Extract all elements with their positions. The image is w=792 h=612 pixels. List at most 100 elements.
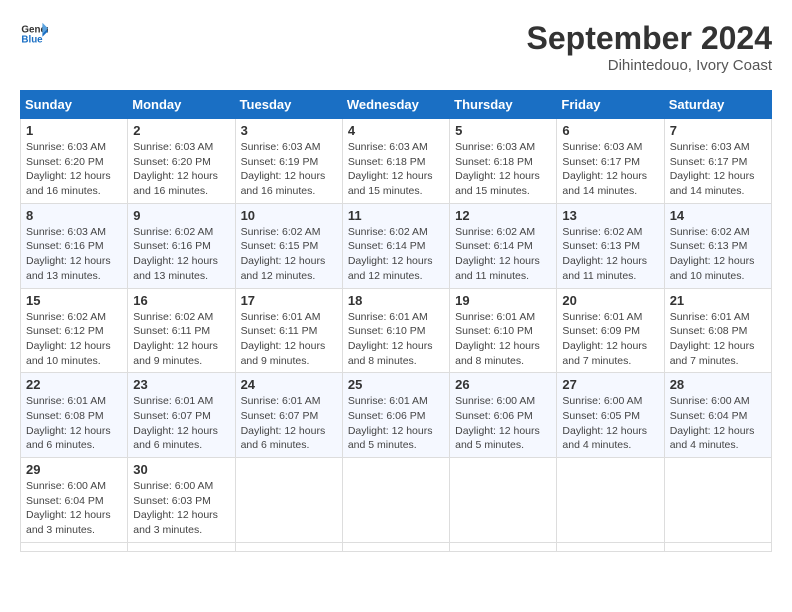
header-thursday: Thursday — [450, 91, 557, 119]
day-info: Sunrise: 6:02 AM Sunset: 6:12 PM Dayligh… — [26, 310, 122, 369]
calendar-day: 7 Sunrise: 6:03 AM Sunset: 6:17 PM Dayli… — [664, 119, 771, 204]
day-number: 26 — [455, 377, 551, 392]
day-info: Sunrise: 6:02 AM Sunset: 6:15 PM Dayligh… — [241, 225, 337, 284]
day-number: 25 — [348, 377, 444, 392]
calendar-day: 18 Sunrise: 6:01 AM Sunset: 6:10 PM Dayl… — [342, 288, 449, 373]
day-number: 5 — [455, 123, 551, 138]
location: Dihintedouo, Ivory Coast — [527, 57, 772, 74]
empty-cell — [235, 542, 342, 551]
day-number: 10 — [241, 208, 337, 223]
day-number: 13 — [562, 208, 658, 223]
day-info: Sunrise: 6:00 AM Sunset: 6:06 PM Dayligh… — [455, 394, 551, 453]
day-info: Sunrise: 6:03 AM Sunset: 6:16 PM Dayligh… — [26, 225, 122, 284]
day-info: Sunrise: 6:01 AM Sunset: 6:10 PM Dayligh… — [348, 310, 444, 369]
empty-cell — [450, 458, 557, 543]
calendar-day: 30 Sunrise: 6:00 AM Sunset: 6:03 PM Dayl… — [128, 458, 235, 543]
header-saturday: Saturday — [664, 91, 771, 119]
day-number: 7 — [670, 123, 766, 138]
calendar-day: 9 Sunrise: 6:02 AM Sunset: 6:16 PM Dayli… — [128, 203, 235, 288]
day-info: Sunrise: 6:01 AM Sunset: 6:06 PM Dayligh… — [348, 394, 444, 453]
calendar-day: 15 Sunrise: 6:02 AM Sunset: 6:12 PM Dayl… — [21, 288, 128, 373]
day-info: Sunrise: 6:03 AM Sunset: 6:18 PM Dayligh… — [455, 140, 551, 199]
day-number: 17 — [241, 293, 337, 308]
day-info: Sunrise: 6:03 AM Sunset: 6:19 PM Dayligh… — [241, 140, 337, 199]
header-friday: Friday — [557, 91, 664, 119]
day-number: 23 — [133, 377, 229, 392]
day-number: 8 — [26, 208, 122, 223]
calendar-day: 6 Sunrise: 6:03 AM Sunset: 6:17 PM Dayli… — [557, 119, 664, 204]
page-header: General Blue September 2024 Dihintedouo,… — [20, 20, 772, 74]
empty-cell — [128, 542, 235, 551]
calendar-day: 23 Sunrise: 6:01 AM Sunset: 6:07 PM Dayl… — [128, 373, 235, 458]
calendar-day: 24 Sunrise: 6:01 AM Sunset: 6:07 PM Dayl… — [235, 373, 342, 458]
day-number: 15 — [26, 293, 122, 308]
header-tuesday: Tuesday — [235, 91, 342, 119]
calendar-week-row: 22 Sunrise: 6:01 AM Sunset: 6:08 PM Dayl… — [21, 373, 772, 458]
day-number: 16 — [133, 293, 229, 308]
header-sunday: Sunday — [21, 91, 128, 119]
empty-cell — [557, 458, 664, 543]
day-info: Sunrise: 6:02 AM Sunset: 6:14 PM Dayligh… — [455, 225, 551, 284]
day-info: Sunrise: 6:02 AM Sunset: 6:13 PM Dayligh… — [670, 225, 766, 284]
day-number: 11 — [348, 208, 444, 223]
day-number: 1 — [26, 123, 122, 138]
day-number: 28 — [670, 377, 766, 392]
calendar-day: 29 Sunrise: 6:00 AM Sunset: 6:04 PM Dayl… — [21, 458, 128, 543]
calendar-day: 27 Sunrise: 6:00 AM Sunset: 6:05 PM Dayl… — [557, 373, 664, 458]
day-info: Sunrise: 6:01 AM Sunset: 6:08 PM Dayligh… — [670, 310, 766, 369]
day-info: Sunrise: 6:00 AM Sunset: 6:03 PM Dayligh… — [133, 479, 229, 538]
calendar-week-row — [21, 542, 772, 551]
title-block: September 2024 Dihintedouo, Ivory Coast — [527, 20, 772, 74]
calendar-day: 8 Sunrise: 6:03 AM Sunset: 6:16 PM Dayli… — [21, 203, 128, 288]
calendar-week-row: 29 Sunrise: 6:00 AM Sunset: 6:04 PM Dayl… — [21, 458, 772, 543]
day-info: Sunrise: 6:02 AM Sunset: 6:14 PM Dayligh… — [348, 225, 444, 284]
day-info: Sunrise: 6:01 AM Sunset: 6:09 PM Dayligh… — [562, 310, 658, 369]
calendar-day: 21 Sunrise: 6:01 AM Sunset: 6:08 PM Dayl… — [664, 288, 771, 373]
day-number: 14 — [670, 208, 766, 223]
empty-cell — [235, 458, 342, 543]
calendar-day: 25 Sunrise: 6:01 AM Sunset: 6:06 PM Dayl… — [342, 373, 449, 458]
calendar-day: 3 Sunrise: 6:03 AM Sunset: 6:19 PM Dayli… — [235, 119, 342, 204]
day-number: 19 — [455, 293, 551, 308]
day-info: Sunrise: 6:00 AM Sunset: 6:04 PM Dayligh… — [670, 394, 766, 453]
day-number: 9 — [133, 208, 229, 223]
calendar-day: 28 Sunrise: 6:00 AM Sunset: 6:04 PM Dayl… — [664, 373, 771, 458]
day-number: 29 — [26, 462, 122, 477]
calendar-week-row: 15 Sunrise: 6:02 AM Sunset: 6:12 PM Dayl… — [21, 288, 772, 373]
day-number: 20 — [562, 293, 658, 308]
calendar-day: 4 Sunrise: 6:03 AM Sunset: 6:18 PM Dayli… — [342, 119, 449, 204]
day-number: 3 — [241, 123, 337, 138]
calendar-day: 17 Sunrise: 6:01 AM Sunset: 6:11 PM Dayl… — [235, 288, 342, 373]
day-number: 18 — [348, 293, 444, 308]
calendar-day: 5 Sunrise: 6:03 AM Sunset: 6:18 PM Dayli… — [450, 119, 557, 204]
header-wednesday: Wednesday — [342, 91, 449, 119]
day-info: Sunrise: 6:01 AM Sunset: 6:07 PM Dayligh… — [133, 394, 229, 453]
logo-icon: General Blue — [20, 20, 48, 48]
logo: General Blue — [20, 20, 48, 48]
day-info: Sunrise: 6:01 AM Sunset: 6:10 PM Dayligh… — [455, 310, 551, 369]
day-info: Sunrise: 6:03 AM Sunset: 6:18 PM Dayligh… — [348, 140, 444, 199]
calendar-week-row: 8 Sunrise: 6:03 AM Sunset: 6:16 PM Dayli… — [21, 203, 772, 288]
day-info: Sunrise: 6:01 AM Sunset: 6:08 PM Dayligh… — [26, 394, 122, 453]
calendar-day: 20 Sunrise: 6:01 AM Sunset: 6:09 PM Dayl… — [557, 288, 664, 373]
day-number: 22 — [26, 377, 122, 392]
empty-cell — [450, 542, 557, 551]
calendar-day: 14 Sunrise: 6:02 AM Sunset: 6:13 PM Dayl… — [664, 203, 771, 288]
calendar-day: 26 Sunrise: 6:00 AM Sunset: 6:06 PM Dayl… — [450, 373, 557, 458]
day-number: 4 — [348, 123, 444, 138]
calendar-day: 22 Sunrise: 6:01 AM Sunset: 6:08 PM Dayl… — [21, 373, 128, 458]
day-number: 21 — [670, 293, 766, 308]
day-number: 6 — [562, 123, 658, 138]
day-info: Sunrise: 6:01 AM Sunset: 6:07 PM Dayligh… — [241, 394, 337, 453]
empty-cell — [342, 458, 449, 543]
calendar-table: Sunday Monday Tuesday Wednesday Thursday… — [20, 90, 772, 552]
calendar-day: 16 Sunrise: 6:02 AM Sunset: 6:11 PM Dayl… — [128, 288, 235, 373]
day-info: Sunrise: 6:02 AM Sunset: 6:16 PM Dayligh… — [133, 225, 229, 284]
calendar-day: 19 Sunrise: 6:01 AM Sunset: 6:10 PM Dayl… — [450, 288, 557, 373]
calendar-day: 13 Sunrise: 6:02 AM Sunset: 6:13 PM Dayl… — [557, 203, 664, 288]
month-title: September 2024 — [527, 20, 772, 57]
calendar-day: 1 Sunrise: 6:03 AM Sunset: 6:20 PM Dayli… — [21, 119, 128, 204]
empty-cell — [342, 542, 449, 551]
calendar-week-row: 1 Sunrise: 6:03 AM Sunset: 6:20 PM Dayli… — [21, 119, 772, 204]
day-info: Sunrise: 6:03 AM Sunset: 6:17 PM Dayligh… — [670, 140, 766, 199]
